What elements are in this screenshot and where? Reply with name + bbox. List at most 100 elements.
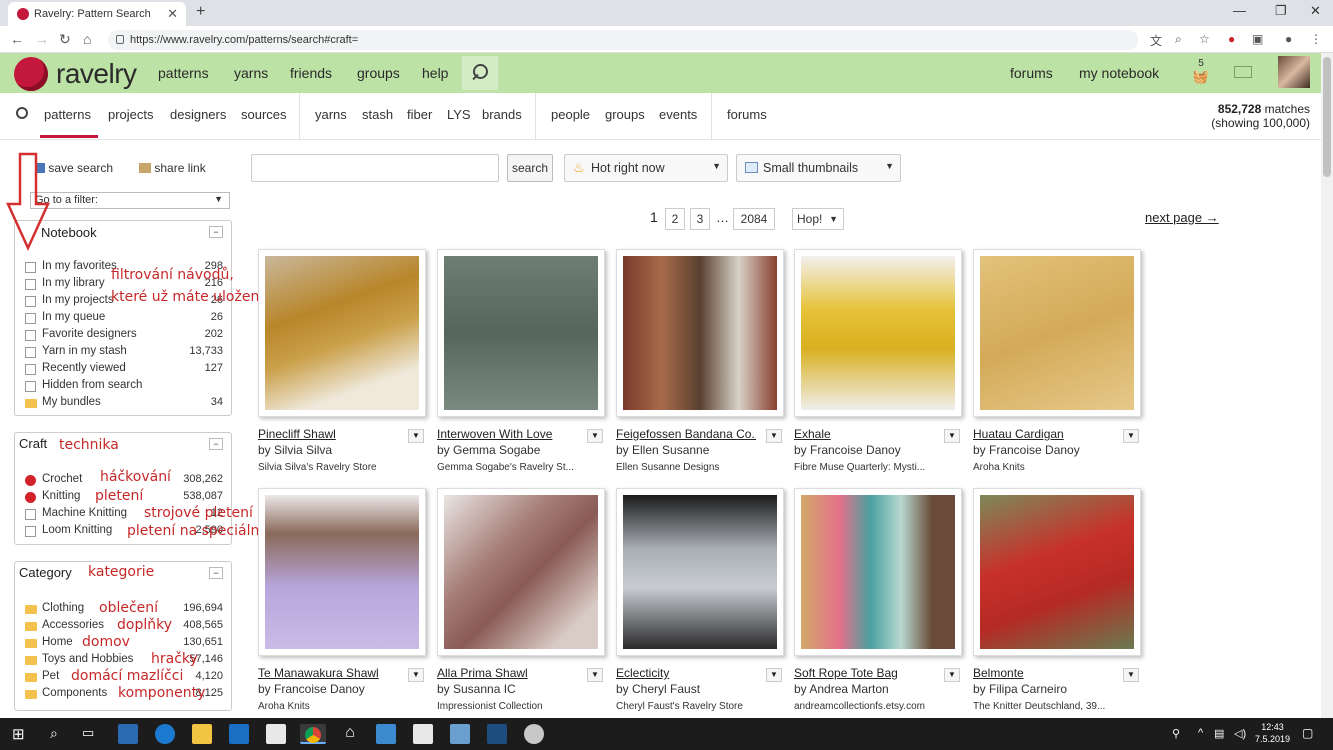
checkbox[interactable] (25, 330, 36, 341)
checkbox[interactable] (25, 347, 36, 358)
browser-tab[interactable]: Ravelry: Pattern Search ✕ (8, 2, 186, 26)
ravelry-logo-icon[interactable] (14, 57, 48, 91)
pattern-title[interactable]: Soft Rope Tote Bag (794, 666, 934, 680)
pattern-title[interactable]: Exhale (794, 427, 934, 441)
pattern-image[interactable] (623, 495, 777, 649)
logo-text[interactable]: ravelry (56, 58, 137, 90)
pattern-image[interactable] (444, 256, 598, 410)
next-page-link[interactable]: next page → (1145, 210, 1219, 225)
hop-select[interactable]: Hop! ▼ (792, 208, 844, 230)
page-link[interactable]: 3 (690, 208, 710, 230)
pattern-designer[interactable]: by Andrea Marton (794, 682, 889, 696)
share-link-button[interactable]: share link (139, 161, 206, 175)
pattern-thumbnail[interactable] (437, 488, 605, 656)
pattern-designer[interactable]: by Silvia Silva (258, 443, 332, 457)
app-icon[interactable] (229, 724, 249, 744)
close-tab-icon[interactable]: ✕ (167, 6, 178, 22)
pinterest-icon[interactable]: ● (1228, 32, 1235, 46)
pattern-thumbnail[interactable] (258, 488, 426, 656)
network-icon[interactable]: ▤ (1214, 727, 1224, 740)
checkbox[interactable] (25, 296, 36, 307)
pattern-title[interactable]: Alla Prima Shawl (437, 666, 577, 680)
tray-chevron-icon[interactable]: ^ (1198, 727, 1203, 739)
mail-app-icon[interactable] (413, 724, 433, 744)
pattern-image[interactable] (265, 256, 419, 410)
subnav-lys[interactable]: LYS (447, 107, 471, 122)
nav-my-notebook[interactable]: my notebook (1079, 65, 1159, 81)
translate-icon[interactable]: 文 (1150, 32, 1162, 49)
zoom-icon[interactable]: ⌕ (1175, 32, 1182, 47)
search-input[interactable] (251, 154, 499, 182)
home-icon[interactable]: ⌂ (83, 31, 91, 47)
collapse-icon[interactable]: − (209, 438, 223, 450)
subnav-designers[interactable]: designers (170, 107, 226, 122)
edge-icon[interactable] (155, 724, 175, 744)
pattern-title[interactable]: Huatau Cardigan (973, 427, 1113, 441)
checkbox[interactable] (25, 262, 36, 273)
reload-icon[interactable]: ↻ (59, 31, 71, 48)
pattern-image[interactable] (801, 256, 955, 410)
subnav-brands[interactable]: brands (482, 107, 522, 122)
pattern-image[interactable] (801, 495, 955, 649)
scrollbar[interactable] (1321, 53, 1333, 718)
volume-icon[interactable]: ◁) (1234, 727, 1246, 740)
pattern-source[interactable]: Silvia Silva's Ravelry Store (258, 462, 418, 473)
people-icon[interactable]: ⚲ (1172, 727, 1180, 740)
avatar[interactable] (1278, 56, 1310, 88)
pattern-image[interactable] (444, 495, 598, 649)
back-icon[interactable]: ← (10, 31, 24, 47)
chevron-down-icon[interactable]: ▼ (587, 429, 603, 443)
pattern-designer[interactable]: by Gemma Sogabe (437, 443, 540, 457)
checkbox[interactable] (25, 313, 36, 324)
nav-forums[interactable]: forums (1010, 65, 1053, 81)
pattern-source[interactable]: Impressionist Collection (437, 701, 597, 712)
chevron-down-icon[interactable]: ▼ (587, 668, 603, 682)
store-icon[interactable] (266, 724, 286, 744)
app-icon[interactable] (450, 724, 470, 744)
nav-groups[interactable]: groups (357, 65, 400, 81)
chevron-down-icon[interactable]: ▼ (944, 429, 960, 443)
task-view-icon[interactable]: ▭ (82, 725, 94, 741)
file-explorer-icon[interactable] (192, 724, 212, 744)
pattern-title[interactable]: Feigefossen Bandana Co... (616, 427, 756, 441)
menu-icon[interactable]: ⋮ (1310, 32, 1322, 46)
filter-row[interactable]: Recently viewed 127 (25, 361, 231, 377)
app-icon[interactable] (524, 724, 544, 744)
pattern-image[interactable] (623, 256, 777, 410)
nav-yarns[interactable]: yarns (234, 65, 268, 81)
pattern-title[interactable]: Belmonte (973, 666, 1113, 680)
pattern-thumbnail[interactable] (794, 488, 962, 656)
pattern-image[interactable] (980, 495, 1134, 649)
minimize-icon[interactable]: — (1233, 3, 1246, 18)
subnav-projects[interactable]: projects (108, 107, 154, 122)
notification-icon[interactable]: ▢ (1302, 726, 1313, 740)
pattern-thumbnail[interactable] (973, 488, 1141, 656)
pattern-title[interactable]: Pinecliff Shawl (258, 427, 398, 441)
pattern-thumbnail[interactable] (973, 249, 1141, 417)
clock[interactable]: 12:43 7.5.2019 (1255, 721, 1290, 745)
pattern-designer[interactable]: by Susanna IC (437, 682, 516, 696)
selected-dot-icon[interactable] (25, 492, 36, 503)
bookmark-star-icon[interactable]: ☆ (1199, 32, 1210, 46)
maximize-icon[interactable]: ❐ (1275, 3, 1287, 19)
subnav-stash[interactable]: stash (362, 107, 393, 122)
chevron-down-icon[interactable]: ▼ (1123, 668, 1139, 682)
search-icon[interactable]: ⌕ (50, 725, 58, 742)
collapse-icon[interactable]: − (209, 226, 223, 238)
pattern-thumbnail[interactable] (616, 488, 784, 656)
subnav-patterns[interactable]: patterns (44, 107, 91, 122)
checkbox[interactable] (25, 364, 36, 375)
subnav-yarns[interactable]: yarns (315, 107, 347, 122)
checkbox[interactable] (25, 509, 36, 520)
pattern-thumbnail[interactable] (258, 249, 426, 417)
subnav-sources[interactable]: sources (241, 107, 287, 122)
nav-friends[interactable]: friends (290, 65, 332, 81)
page-link[interactable]: 2 (665, 208, 685, 230)
forward-icon[interactable]: → (35, 31, 49, 47)
chevron-down-icon[interactable]: ▼ (944, 668, 960, 682)
pattern-designer[interactable]: by Francoise Danoy (258, 682, 365, 696)
cart-icon[interactable]: 5 🧺 (1191, 58, 1211, 85)
pattern-title[interactable]: Eclecticity (616, 666, 756, 680)
pattern-source[interactable]: Aroha Knits (258, 701, 418, 712)
new-tab-icon[interactable]: + (196, 3, 205, 21)
